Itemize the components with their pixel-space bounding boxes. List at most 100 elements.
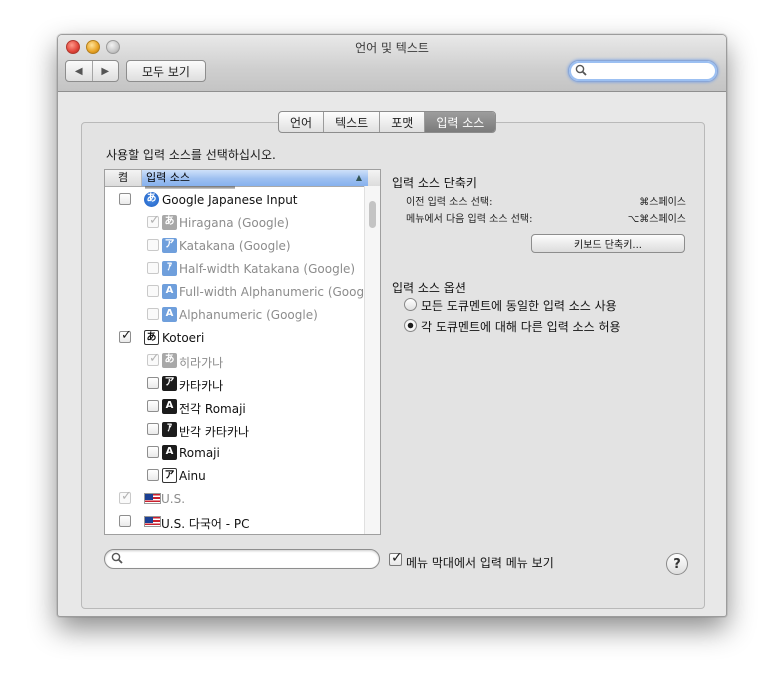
katakana-icon: ア	[162, 238, 177, 253]
enable-checkbox[interactable]	[147, 423, 159, 435]
enable-checkbox[interactable]: ✓	[119, 328, 132, 343]
list-item-label: Hiragana (Google)	[179, 216, 290, 230]
enable-checkbox[interactable]	[147, 446, 159, 458]
radio-button-icon[interactable]	[404, 319, 417, 332]
list-item-label: Google Japanese Input	[162, 193, 298, 207]
preferences-search-field[interactable]	[568, 60, 718, 82]
tab-bar: 언어 텍스트 포맷 입력 소스	[278, 111, 497, 133]
enable-checkbox[interactable]: ✓	[119, 489, 132, 504]
search-icon	[111, 552, 123, 564]
list-item-label: Half-width Katakana (Google)	[179, 262, 356, 276]
fullwidth-alpha-icon: A	[162, 284, 177, 299]
romaji-icon: A	[162, 445, 177, 460]
list-item[interactable]: ア 카타카나	[105, 374, 364, 394]
list-scrollbar[interactable]	[364, 186, 380, 534]
enable-checkbox[interactable]	[119, 515, 131, 527]
list-item-label: Katakana (Google)	[179, 239, 291, 253]
column-header-input-source[interactable]: 입력 소스 ▲	[142, 170, 368, 186]
enable-checkbox[interactable]: ✓	[147, 351, 160, 366]
shortcut-keys: ⌘스페이스	[639, 197, 686, 208]
keyboard-shortcuts-button[interactable]: 키보드 단축키...	[531, 234, 685, 253]
list-item[interactable]: ｱ Half-width Katakana (Google)	[105, 259, 364, 279]
enable-checkbox[interactable]	[147, 262, 159, 274]
show-input-menu-label: 메뉴 막대에서 입력 메뉴 보기	[406, 556, 554, 570]
list-item[interactable]: ｱ 반각 카타카나	[105, 420, 364, 440]
shortcut-row: 이전 입력 소스 선택: ⌘스페이스	[406, 193, 686, 208]
back-forward-group: ◀ ▶	[65, 60, 119, 82]
window-title: 언어 및 텍스트	[355, 41, 429, 55]
enable-checkbox[interactable]: ✓	[147, 213, 160, 228]
list-item-label: U.S.	[161, 492, 186, 506]
enable-checkbox[interactable]	[147, 400, 159, 412]
title-bar: 언어 및 텍스트 ◀ ▶ 모두 보기	[58, 35, 726, 92]
back-button[interactable]: ◀	[66, 61, 92, 81]
hiragana-icon: あ	[162, 215, 177, 230]
tab-2[interactable]: 포맷	[379, 112, 424, 132]
column-header-on[interactable]: 켬	[105, 170, 142, 186]
list-item[interactable]: A Alphanumeric (Google)	[105, 305, 364, 325]
tab-0[interactable]: 언어	[279, 112, 323, 132]
input-source-search-field[interactable]	[104, 549, 380, 569]
google-ime-icon: あ	[144, 192, 159, 207]
column-header-label: 입력 소스	[146, 171, 190, 184]
help-icon: ?	[673, 556, 681, 572]
checkmark-icon: ✓	[149, 351, 160, 366]
list-item-label: Romaji	[179, 446, 220, 460]
help-button[interactable]: ?	[666, 553, 688, 575]
list-item[interactable]: A 전각 Romaji	[105, 397, 364, 417]
options-title: 입력 소스 옵션	[392, 281, 466, 295]
list-item-label: 히라가나	[179, 356, 224, 370]
list-item[interactable]: ア Katakana (Google)	[105, 236, 364, 256]
alphanumeric-icon: A	[162, 307, 177, 322]
list-item[interactable]: ✓ あ Kotoeri	[105, 328, 364, 348]
list-item[interactable]: あ Google Japanese Input	[105, 190, 364, 210]
list-top-edge	[145, 186, 235, 189]
list-item[interactable]: A Romaji	[105, 443, 364, 463]
sort-ascending-icon: ▲	[355, 173, 362, 182]
list-item-label: Kotoeri	[162, 331, 205, 345]
shortcuts-title: 입력 소스 단축키	[392, 176, 477, 190]
us-flag-icon	[144, 493, 161, 504]
list-item-label: Alphanumeric (Google)	[179, 308, 318, 322]
katakana-icon: ア	[162, 376, 177, 391]
list-item[interactable]: U.S. 다국어 - PC	[105, 512, 364, 532]
tab-1[interactable]: 텍스트	[323, 112, 379, 132]
list-item[interactable]: ✓ あ 히라가나	[105, 351, 364, 371]
enable-checkbox[interactable]	[147, 239, 159, 251]
show-all-button[interactable]: 모두 보기	[126, 60, 206, 82]
instruction-text: 사용할 입력 소스를 선택하십시오.	[106, 148, 276, 162]
checkmark-icon: ✓	[149, 213, 160, 228]
shortcut-row: 메뉴에서 다음 입력 소스 선택: ⌥⌘스페이스	[406, 210, 686, 225]
list-item-label: 반각 카타카나	[179, 425, 250, 439]
list-item-label: Ainu	[179, 469, 206, 483]
scrollbar-thumb[interactable]	[369, 201, 376, 228]
forward-arrow-icon: ▶	[101, 65, 110, 77]
list-item[interactable]: ✓ U.S.	[105, 489, 364, 509]
radio-label: 모든 도큐멘트에 동일한 입력 소스 사용	[421, 299, 617, 313]
back-arrow-icon: ◀	[74, 65, 83, 77]
shortcut-label: 이전 입력 소스 선택:	[406, 197, 493, 208]
enable-checkbox[interactable]	[147, 377, 159, 389]
shortcut-label: 메뉴에서 다음 입력 소스 선택:	[406, 214, 533, 225]
enable-checkbox[interactable]	[147, 308, 159, 320]
list-item[interactable]: ア Ainu	[105, 466, 364, 486]
enable-checkbox[interactable]	[147, 469, 159, 481]
list-item-label: U.S. 다국어 - PC	[161, 517, 250, 531]
list-header: 켬 입력 소스 ▲	[105, 170, 380, 187]
show-input-menu-checkbox[interactable]: ✓	[389, 550, 403, 566]
enable-checkbox[interactable]	[147, 285, 159, 297]
checkmark-icon: ✓	[121, 328, 132, 343]
search-icon	[575, 64, 587, 76]
radio-label: 각 도큐멘트에 대해 다른 입력 소스 허용	[421, 320, 621, 334]
shortcut-keys: ⌥⌘스페이스	[627, 214, 686, 225]
us-flag-icon	[144, 516, 161, 527]
list-item[interactable]: A Full-width Alphanumeric (Goog	[105, 282, 364, 302]
radio-button-icon[interactable]	[404, 298, 417, 311]
input-source-list[interactable]: 켬 입력 소스 ▲ あ Google Japanese Input ✓ あ Hiraga…	[104, 169, 381, 535]
halfwidth-katakana-icon: ｱ	[162, 422, 177, 437]
list-item-label: 카타카나	[179, 379, 224, 393]
list-item[interactable]: ✓ あ Hiragana (Google)	[105, 213, 364, 233]
enable-checkbox[interactable]	[119, 193, 131, 205]
forward-button[interactable]: ▶	[91, 61, 119, 81]
tab-3[interactable]: 입력 소스	[424, 112, 496, 132]
